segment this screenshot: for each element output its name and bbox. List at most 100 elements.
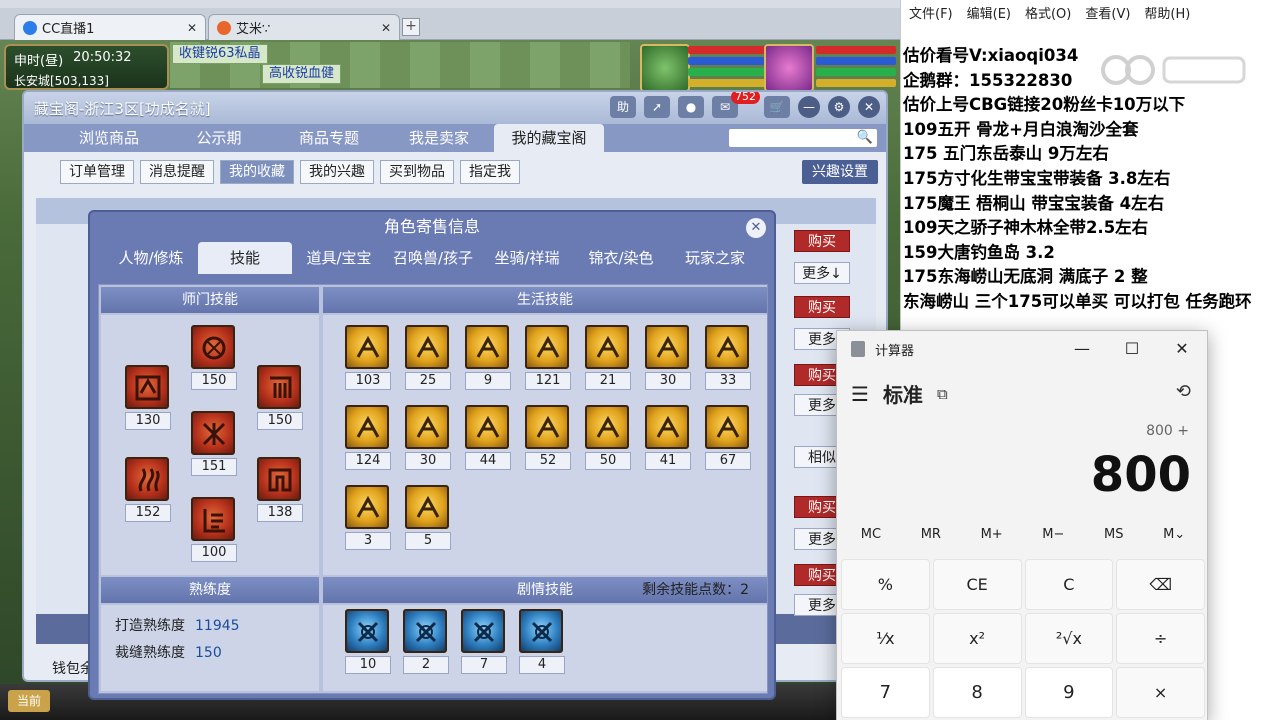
memory-button[interactable]: MR [921, 527, 941, 542]
close-icon[interactable]: ✕ [858, 96, 880, 118]
life-skill[interactable]: 124 [345, 405, 391, 470]
buy-button[interactable]: 购买 [794, 230, 850, 252]
menu-view[interactable]: 查看(V) [1085, 3, 1130, 22]
memory-button[interactable]: M− [1042, 527, 1064, 542]
help-button[interactable]: 助 [610, 96, 636, 118]
menu-file[interactable]: 文件(F) [909, 3, 953, 22]
calc-key[interactable]: ²√x [1024, 613, 1114, 664]
tab-mounts[interactable]: 坐骑/祥瑞 [480, 242, 574, 274]
calc-key[interactable]: 8 [932, 667, 1022, 718]
life-skill[interactable]: 3 [345, 485, 391, 550]
nav-my-cbg[interactable]: 我的藏宝阁 [494, 124, 604, 152]
search-icon[interactable]: 🔍 [857, 130, 873, 145]
school-skill[interactable]: 152 [125, 457, 171, 522]
sub-designated[interactable]: 指定我 [460, 160, 520, 184]
memory-button[interactable]: M⌄ [1163, 527, 1185, 542]
cart-icon[interactable]: 🛒 [764, 96, 790, 118]
record-icon[interactable]: ● [678, 96, 704, 118]
more-button[interactable]: 更多↓ [794, 262, 850, 284]
story-skill[interactable]: 7 [461, 609, 507, 674]
current-channel-button[interactable]: 当前 [8, 690, 50, 712]
life-skill[interactable]: 121 [525, 325, 571, 390]
minimize-icon[interactable]: — [798, 96, 820, 118]
sub-notifications[interactable]: 消息提醒 [140, 160, 214, 184]
school-skill[interactable]: 100 [191, 497, 237, 562]
nav-browse[interactable]: 浏览商品 [54, 124, 164, 152]
calc-key[interactable]: 7 [841, 667, 930, 718]
life-skill[interactable]: 30 [645, 325, 691, 390]
life-skill[interactable]: 44 [465, 405, 511, 470]
new-tab-button[interactable]: + [402, 18, 420, 36]
calc-key[interactable]: C [1024, 559, 1114, 610]
browser-tab-aimi[interactable]: 艾米∵ ✕ [208, 14, 400, 40]
nav-public[interactable]: 公示期 [164, 124, 274, 152]
sub-interests[interactable]: 我的兴趣 [300, 160, 374, 184]
player-portrait[interactable] [764, 44, 814, 92]
life-skill[interactable]: 50 [585, 405, 631, 470]
life-skill[interactable]: 67 [705, 405, 751, 470]
buy-button[interactable]: 购买 [794, 296, 850, 318]
history-icon[interactable]: ⟲ [1176, 381, 1191, 402]
close-icon[interactable]: ✕ [1157, 331, 1207, 367]
life-skill[interactable]: 41 [645, 405, 691, 470]
search-input[interactable]: 🔍 [728, 128, 878, 148]
memory-button[interactable]: M+ [981, 527, 1003, 542]
life-skill[interactable]: 103 [345, 325, 391, 390]
life-skill[interactable]: 9 [465, 325, 511, 390]
calc-key[interactable]: 9 [1024, 667, 1114, 718]
school-skill[interactable]: 150 [191, 325, 237, 390]
calc-key[interactable]: ⌫ [1116, 559, 1205, 610]
calc-key[interactable]: × [1116, 667, 1205, 718]
share-icon[interactable]: ➚ [644, 96, 670, 118]
memory-button[interactable]: MS [1104, 527, 1123, 542]
calc-key[interactable]: ¹⁄x [841, 613, 930, 664]
calc-key[interactable]: x² [932, 613, 1022, 664]
life-skill[interactable]: 30 [405, 405, 451, 470]
sub-favorites[interactable]: 我的收藏 [220, 160, 294, 184]
browser-tab-cc[interactable]: CC直播1 ✕ [14, 14, 206, 40]
interest-settings-button[interactable]: 兴趣设置 [802, 160, 878, 184]
clock-time: 20:50:32 [73, 50, 132, 65]
story-skill[interactable]: 2 [403, 609, 449, 674]
minimize-icon[interactable]: — [1057, 331, 1107, 367]
calc-key[interactable]: ÷ [1116, 613, 1205, 664]
close-icon[interactable]: ✕ [746, 218, 766, 238]
close-icon[interactable]: ✕ [381, 21, 391, 35]
life-skill[interactable]: 5 [405, 485, 451, 550]
calc-key[interactable]: % [841, 559, 930, 610]
life-skill[interactable]: 52 [525, 405, 571, 470]
sub-purchased[interactable]: 买到物品 [380, 160, 454, 184]
pet-portrait[interactable] [640, 44, 690, 92]
nav-topics[interactable]: 商品专题 [274, 124, 384, 152]
keep-on-top-icon[interactable]: ⧉ [937, 385, 948, 403]
nav-seller[interactable]: 我是卖家 [384, 124, 494, 152]
tab-outfits[interactable]: 锦衣/染色 [574, 242, 668, 274]
calculator-mode: 标准 [882, 383, 923, 407]
close-icon[interactable]: ✕ [187, 21, 197, 35]
messages-icon[interactable]: ✉ 752 [712, 92, 760, 118]
menu-edit[interactable]: 编辑(E) [967, 3, 1011, 22]
tab-items[interactable]: 道具/宝宝 [292, 242, 386, 274]
memory-button[interactable]: MC [861, 527, 881, 542]
story-skill[interactable]: 4 [519, 609, 565, 674]
maximize-icon[interactable]: ☐ [1107, 331, 1157, 367]
life-skill[interactable]: 33 [705, 325, 751, 390]
story-skills-title: 剧情技能 [517, 582, 573, 598]
tab-home[interactable]: 玩家之家 [668, 242, 762, 274]
settings-icon[interactable]: ⚙ [828, 96, 850, 118]
story-skill[interactable]: 10 [345, 609, 391, 674]
tab-skills[interactable]: 技能 [198, 242, 292, 274]
hamburger-menu-icon[interactable]: ☰ [851, 382, 869, 406]
calc-key[interactable]: CE [932, 559, 1022, 610]
sub-orders[interactable]: 订单管理 [60, 160, 134, 184]
tab-summons[interactable]: 召唤兽/孩子 [386, 242, 480, 274]
tab-character[interactable]: 人物/修炼 [104, 242, 198, 274]
school-skill[interactable]: 150 [257, 365, 303, 430]
school-skill[interactable]: 130 [125, 365, 171, 430]
menu-format[interactable]: 格式(O) [1025, 3, 1071, 22]
menu-help[interactable]: 帮助(H) [1144, 3, 1190, 22]
school-skill[interactable]: 138 [257, 457, 303, 522]
school-skill[interactable]: 151 [191, 411, 237, 476]
life-skill[interactable]: 21 [585, 325, 631, 390]
life-skill[interactable]: 25 [405, 325, 451, 390]
